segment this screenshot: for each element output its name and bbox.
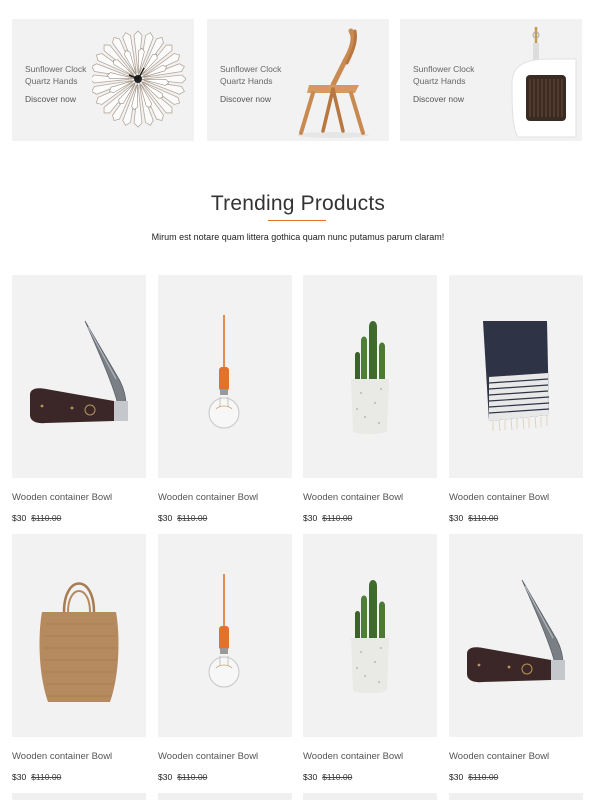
product-price: $30 $110.00: [303, 772, 437, 782]
product-card[interactable]: Wooden container Bowl $30 $110.00: [303, 275, 437, 523]
wooden-chair-image: [297, 28, 369, 138]
product-card[interactable]: Wooden container Bowl $30 $110.00: [449, 275, 583, 523]
title-underline: [268, 220, 326, 221]
cactus-pot-image: [351, 580, 389, 693]
product-card[interactable]: Wooden container Bowl $30 $110.00: [12, 534, 146, 782]
current-price: $30: [449, 513, 464, 523]
old-price: $110.00: [177, 513, 208, 523]
next-row-peek: [12, 793, 583, 800]
product-name[interactable]: Wooden container Bowl: [158, 751, 292, 762]
current-price: $30: [12, 772, 27, 782]
product-card[interactable]: Wooden container Bowl $30 $110.00: [303, 534, 437, 782]
product-card-partial: [12, 793, 146, 800]
pocket-knife-image: [30, 320, 128, 424]
product-name[interactable]: Wooden container Bowl: [449, 492, 583, 503]
current-price: $30: [158, 513, 173, 523]
current-price: $30: [303, 772, 318, 782]
old-price: $110.00: [177, 772, 208, 782]
product-name[interactable]: Wooden container Bowl: [158, 492, 292, 503]
product-price: $30 $110.00: [12, 772, 146, 782]
product-card-partial: [449, 793, 583, 800]
pendant-bulb-image: [208, 315, 240, 429]
product-name[interactable]: Wooden container Bowl: [449, 751, 583, 762]
section-subtitle: Mirum est notare quam littera gothica qu…: [151, 232, 445, 242]
product-image[interactable]: [449, 275, 583, 478]
section-title: Trending Products: [210, 192, 386, 215]
product-card[interactable]: Wooden container Bowl $30 $110.00: [158, 534, 292, 782]
banner-title-line1: Sunflower Clock: [413, 64, 475, 74]
product-image[interactable]: [158, 534, 292, 737]
product-price: $30 $110.00: [303, 513, 437, 523]
product-price: $30 $110.00: [158, 772, 292, 782]
product-card[interactable]: Wooden container Bowl $30 $110.00: [12, 275, 146, 523]
striped-towel-image: [483, 321, 550, 432]
pocket-knife-image: [467, 579, 565, 683]
banner-title-line1: Sunflower Clock: [220, 64, 282, 74]
current-price: $30: [303, 513, 318, 523]
product-name[interactable]: Wooden container Bowl: [303, 751, 437, 762]
product-image[interactable]: [12, 275, 146, 478]
product-card-partial: [158, 793, 292, 800]
product-card-partial: [303, 793, 437, 800]
product-card[interactable]: Wooden container Bowl $30 $110.00: [449, 534, 583, 782]
old-price: $110.00: [468, 772, 499, 782]
product-price: $30 $110.00: [12, 513, 146, 523]
product-image[interactable]: [449, 534, 583, 737]
product-price: $30 $110.00: [449, 513, 583, 523]
promo-banners: Sunflower Clock Quartz Hands Discover no…: [12, 19, 582, 141]
product-name[interactable]: Wooden container Bowl: [303, 492, 437, 503]
old-price: $110.00: [322, 513, 353, 523]
banner-title-line2: Quartz Hands: [413, 76, 466, 86]
product-card[interactable]: Wooden container Bowl $30 $110.00: [158, 275, 292, 523]
promo-banner-chair[interactable]: Sunflower Clock Quartz Hands Discover no…: [207, 19, 389, 141]
banner-title-line2: Quartz Hands: [220, 76, 273, 86]
product-price: $30 $110.00: [158, 513, 292, 523]
cactus-pot-image: [351, 321, 389, 434]
current-price: $30: [12, 513, 27, 523]
old-price: $110.00: [468, 513, 499, 523]
product-image[interactable]: [303, 534, 437, 737]
promo-banner-clock[interactable]: Sunflower Clock Quartz Hands Discover no…: [12, 19, 194, 141]
old-price: $110.00: [322, 772, 353, 782]
product-image[interactable]: [12, 534, 146, 737]
product-image[interactable]: [303, 275, 437, 478]
pendant-bulb-image: [208, 574, 240, 688]
current-price: $30: [449, 772, 464, 782]
banner-title-line1: Sunflower Clock: [25, 64, 87, 74]
jute-bag-image: [39, 582, 119, 702]
promo-banner-dustpan[interactable]: Sunflower Clock Quartz Hands Discover no…: [400, 19, 582, 141]
discover-now-link[interactable]: Discover now: [220, 93, 281, 105]
product-price: $30 $110.00: [449, 772, 583, 782]
product-image[interactable]: [158, 275, 292, 478]
discover-now-link[interactable]: Discover now: [413, 93, 474, 105]
product-name[interactable]: Wooden container Bowl: [12, 492, 146, 503]
current-price: $30: [158, 772, 173, 782]
dustpan-brush-image: [511, 27, 577, 138]
product-name[interactable]: Wooden container Bowl: [12, 751, 146, 762]
banner-title-line2: Quartz Hands: [25, 76, 78, 86]
old-price: $110.00: [31, 513, 62, 523]
discover-now-link[interactable]: Discover now: [25, 93, 86, 105]
old-price: $110.00: [31, 772, 62, 782]
sunflower-clock-image: [92, 30, 186, 128]
